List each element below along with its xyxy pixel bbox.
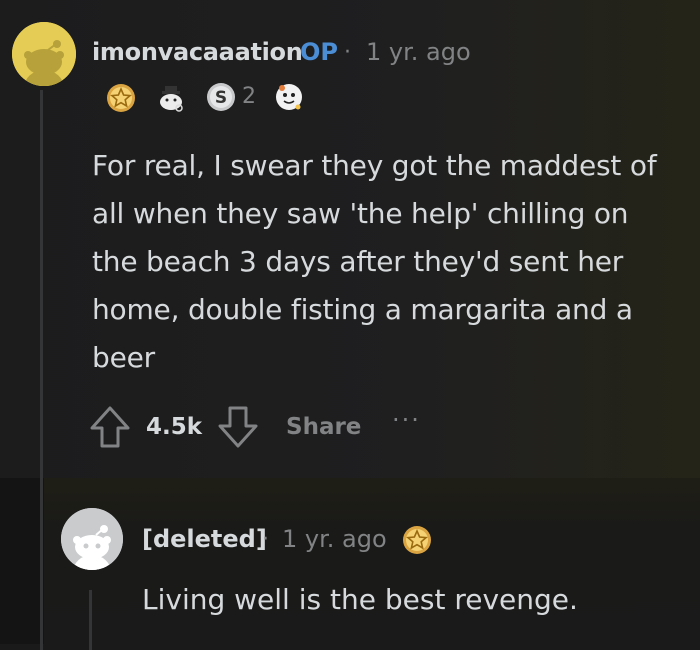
- cat-detective-award-icon[interactable]: [154, 80, 188, 114]
- snoo-avatar-icon: [12, 22, 76, 86]
- meta-separator: ·: [262, 527, 269, 552]
- snoo-avatar-icon: [61, 508, 123, 570]
- gold-star-award-icon[interactable]: [400, 522, 434, 556]
- share-button[interactable]: Share: [286, 414, 361, 440]
- gold-star-award-icon[interactable]: [104, 80, 138, 114]
- vote-score: 4.5k: [146, 414, 203, 440]
- op-badge: OP: [300, 38, 338, 66]
- comment-username[interactable]: imonvacaaation: [92, 38, 303, 66]
- reply-thread-line[interactable]: [89, 590, 92, 650]
- user-avatar[interactable]: [12, 22, 76, 86]
- reply-username: [deleted]: [142, 525, 267, 553]
- meta-separator: ·: [344, 40, 351, 65]
- reply-highlight: [44, 478, 700, 644]
- more-options-icon[interactable]: ···: [392, 406, 421, 434]
- downvote-arrow-icon[interactable]: [216, 402, 260, 452]
- deleted-user-avatar: [61, 508, 123, 570]
- reply-timestamp[interactable]: 1 yr. ago: [282, 525, 387, 553]
- silver-s-award-icon[interactable]: S: [204, 80, 238, 114]
- thread-line[interactable]: [40, 90, 43, 650]
- upvote-arrow-icon[interactable]: [88, 402, 132, 452]
- comment-timestamp[interactable]: 1 yr. ago: [366, 38, 471, 66]
- award-count: 2: [242, 84, 256, 109]
- comment-body: For real, I swear they got the maddest o…: [92, 149, 657, 374]
- reply-body: Living well is the best revenge.: [142, 583, 578, 616]
- wholesome-seal-award-icon[interactable]: [272, 80, 306, 114]
- svg-text:S: S: [215, 88, 227, 108]
